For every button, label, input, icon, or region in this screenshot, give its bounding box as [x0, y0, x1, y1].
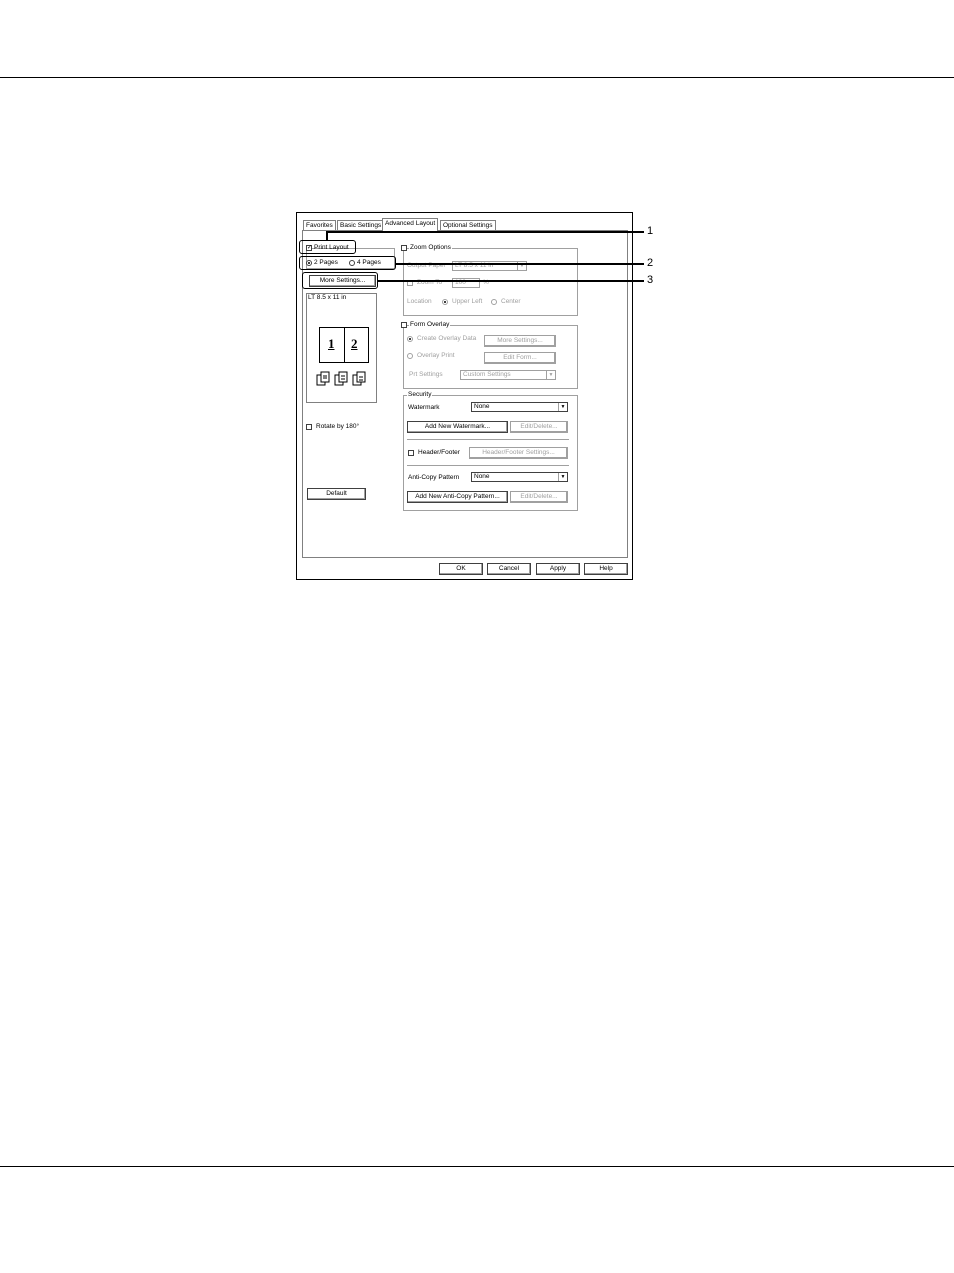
ok-button[interactable]: OK: [439, 563, 483, 575]
cancel-button[interactable]: Cancel: [487, 563, 531, 575]
location-center-radio[interactable]: [491, 299, 497, 305]
apply-button[interactable]: Apply: [536, 563, 580, 575]
callout-3-highlight: [302, 272, 378, 289]
create-overlay-radio[interactable]: [407, 336, 413, 342]
help-button[interactable]: Help: [584, 563, 628, 575]
page-order-icon-1: [316, 371, 330, 386]
callout-1-line-vertical: [326, 231, 328, 241]
page-order-icon-2: [334, 371, 348, 386]
chevron-down-icon: ▼: [546, 371, 555, 379]
location-center-label: Center: [501, 298, 521, 305]
callout-1-line: [326, 231, 644, 233]
location-upper-left-label: Upper Left: [452, 298, 483, 305]
anti-copy-label: Anti-Copy Pattern: [408, 474, 460, 481]
page-order-icon-3: [352, 371, 366, 386]
tab-basic-settings[interactable]: Basic Settings: [337, 220, 385, 230]
top-rule: [0, 77, 954, 78]
preview-page-1: 1: [328, 336, 335, 351]
security-separator-2: [407, 465, 569, 466]
chevron-down-icon: ▼: [558, 403, 567, 411]
tab-advanced-layout[interactable]: Advanced Layout: [382, 218, 439, 231]
overlay-print-label: Overlay Print: [417, 352, 455, 359]
anti-copy-edit-delete-button[interactable]: Edit/Delete...: [510, 491, 568, 503]
add-new-watermark-button[interactable]: Add New Watermark...: [407, 421, 508, 433]
location-upper-left-radio[interactable]: [442, 299, 448, 305]
header-footer-label: Header/Footer: [418, 449, 460, 456]
security-title: Security: [407, 391, 433, 399]
callout-2-line: [396, 263, 644, 265]
default-button[interactable]: Default: [307, 488, 366, 500]
edit-form-button[interactable]: Edit Form...: [484, 352, 556, 364]
tab-favorites[interactable]: Favorites: [303, 220, 336, 230]
rotate-180-checkbox[interactable]: [306, 424, 312, 430]
zoom-options-title: Zoom Options: [409, 244, 452, 252]
callout-3-line: [378, 280, 644, 282]
prt-settings-value: Custom Settings: [463, 371, 511, 378]
watermark-label: Watermark: [408, 404, 440, 411]
form-overlay-checkbox[interactable]: [401, 322, 407, 328]
header-footer-checkbox[interactable]: [408, 450, 414, 456]
callout-3-number: 3: [647, 274, 654, 286]
bottom-rule: [0, 1166, 954, 1167]
watermark-value: None: [474, 403, 490, 410]
overlay-print-radio[interactable]: [407, 353, 413, 359]
preview-page-divider: [344, 328, 345, 362]
tab-optional-settings[interactable]: Optional Settings: [440, 220, 496, 230]
paper-size-label: LT 8.5 x 11 in: [308, 294, 347, 301]
header-footer-settings-button[interactable]: Header/Footer Settings...: [469, 447, 568, 459]
location-label: Location: [407, 298, 432, 305]
form-overlay-title: Form Overlay: [409, 321, 451, 329]
security-separator-1: [407, 439, 569, 440]
zoom-options-checkbox[interactable]: [401, 245, 407, 251]
overlay-more-settings-button[interactable]: More Settings...: [484, 335, 556, 347]
prt-settings-label: Prt Settings: [409, 371, 443, 378]
rotate-180-label: Rotate by 180°: [316, 423, 360, 430]
anti-copy-value: None: [474, 473, 490, 480]
page-order-icons: [316, 371, 366, 386]
anti-copy-select[interactable]: None ▼: [471, 472, 568, 482]
callout-1-highlight: [299, 240, 356, 254]
prt-settings-select[interactable]: Custom Settings ▼: [460, 370, 556, 380]
watermark-edit-delete-button[interactable]: Edit/Delete...: [510, 421, 568, 433]
watermark-select[interactable]: None ▼: [471, 402, 568, 412]
create-overlay-label: Create Overlay Data: [417, 335, 477, 342]
preview-page-2: 2: [351, 336, 358, 351]
callout-2-number: 2: [647, 257, 654, 269]
callout-2-highlight: [299, 256, 396, 270]
callout-1-number: 1: [647, 225, 654, 237]
add-anti-copy-button[interactable]: Add New Anti-Copy Pattern...: [407, 491, 508, 503]
preview-sheet: 1 2: [319, 327, 369, 363]
chevron-down-icon: ▼: [558, 473, 567, 481]
